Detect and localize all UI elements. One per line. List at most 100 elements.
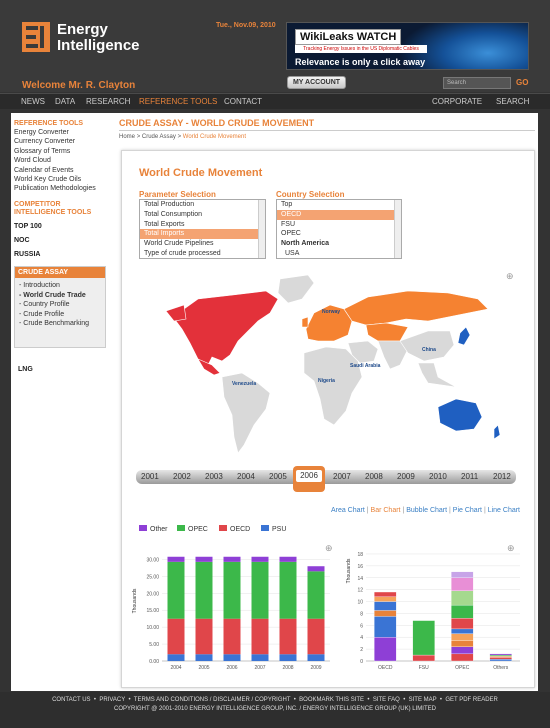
bar-segment-opec-2006[interactable] <box>223 561 241 619</box>
sidebar-item-russia[interactable]: RUSSIA <box>14 250 111 259</box>
bar-segment-oecd-2006[interactable] <box>223 618 241 655</box>
breadcrumb-home[interactable]: Home <box>119 134 135 140</box>
nav-news[interactable]: NEWS <box>21 97 45 106</box>
year-2001[interactable]: 2001 <box>141 472 159 481</box>
bar-segment-opec-2005[interactable] <box>195 561 213 619</box>
bubble-chart-link[interactable]: Bubble Chart <box>406 507 447 514</box>
bar-segment-others[interactable] <box>489 656 512 658</box>
year-2005[interactable]: 2005 <box>269 472 287 481</box>
parameter-option[interactable]: Total Consumption <box>140 210 265 220</box>
sidebar-item-lng[interactable]: LNG <box>18 365 33 374</box>
bar-segment-psu-2007[interactable] <box>251 654 269 661</box>
parameter-option[interactable]: Total Exports <box>140 220 265 230</box>
bar-segment-others[interactable] <box>489 653 512 656</box>
sidebar-item-currency-converter[interactable]: Currency Converter <box>14 137 111 146</box>
year-2004[interactable]: 2004 <box>237 472 255 481</box>
bar-segment-oecd-2007[interactable] <box>251 618 269 655</box>
bar-segment-other-2008[interactable] <box>279 556 297 562</box>
bar-segment-oecd[interactable] <box>374 591 397 597</box>
chart1-zoom-icon[interactable]: ⊕ <box>325 543 333 554</box>
bar-segment-oecd[interactable] <box>374 610 397 617</box>
bar-segment-others[interactable] <box>489 654 512 657</box>
footer-site-map[interactable]: SITE MAP <box>409 697 437 703</box>
world-map[interactable]: Norway China Saudi Arabia Nigeria Venezu… <box>138 269 522 459</box>
bar-segment-opec-2007[interactable] <box>251 561 269 619</box>
footer-pdf-reader[interactable]: GET PDF READER <box>445 697 498 703</box>
bar-segment-oecd[interactable] <box>374 616 397 638</box>
year-2011[interactable]: 2011 <box>461 472 478 481</box>
country-option[interactable]: USA <box>277 249 401 258</box>
bar-segment-opec[interactable] <box>451 653 474 662</box>
nav-reference-tools[interactable]: REFERENCE TOOLS <box>139 97 217 106</box>
bar-segment-other-2009[interactable] <box>307 566 325 572</box>
sidebar-item-publication-methodologies[interactable]: Publication Methodologies <box>14 184 111 193</box>
nav-data[interactable]: DATA <box>55 97 75 106</box>
selected-year-marker[interactable]: 2006 <box>293 466 325 492</box>
pie-chart-link[interactable]: Pie Chart <box>453 507 482 514</box>
country-option[interactable]: OPEC <box>277 229 401 239</box>
parameter-list-scrollbar[interactable] <box>258 200 265 258</box>
bar-segment-oecd[interactable] <box>374 601 397 611</box>
line-chart-link[interactable]: Line Chart <box>488 507 520 514</box>
country-option[interactable]: FSU <box>277 220 401 230</box>
bar-segment-oecd-2004[interactable] <box>167 618 185 655</box>
parameter-option-selected[interactable]: Total Imports <box>140 229 265 240</box>
footer-privacy[interactable]: PRIVACY <box>99 697 125 703</box>
bar-segment-others[interactable] <box>489 659 512 662</box>
bar-segment-oecd[interactable] <box>374 596 397 602</box>
bar-segment-psu-2009[interactable] <box>307 654 325 661</box>
bar-segment-oecd-2009[interactable] <box>307 618 325 655</box>
year-2008[interactable]: 2008 <box>365 472 383 481</box>
year-2009[interactable]: 2009 <box>397 472 415 481</box>
country-list-scrollbar[interactable] <box>394 200 401 258</box>
my-account-button[interactable]: MY ACCOUNT <box>287 76 346 89</box>
sidebar-item-word-cloud[interactable]: Word Cloud <box>14 156 111 165</box>
stacked-bar-chart-groups[interactable]: Thousands 0 2 4 6 8 10 12 14 16 18 OECD FSU OPEC Other… <box>344 541 524 679</box>
bar-segment-other-2007[interactable] <box>251 556 269 562</box>
nav-corporate[interactable]: CORPORATE <box>432 97 482 106</box>
search-input[interactable]: Search <box>443 77 511 89</box>
bar-segment-oecd-2005[interactable] <box>195 618 213 655</box>
crude-item-crude-profile[interactable]: - Crude Profile <box>15 310 105 320</box>
bar-segment-opec[interactable] <box>451 640 474 647</box>
area-chart-link[interactable]: Area Chart <box>331 507 365 514</box>
bar-segment-other-2004[interactable] <box>167 556 185 562</box>
bar-segment-psu-2006[interactable] <box>223 654 241 661</box>
year-2002[interactable]: 2002 <box>173 472 191 481</box>
go-button[interactable]: GO <box>516 78 528 87</box>
year-2010[interactable]: 2010 <box>429 472 447 481</box>
wikileaks-banner[interactable]: WikiLeaks WATCH Tracking Energy Issues i… <box>286 22 529 70</box>
bar-segment-opec[interactable] <box>451 604 474 619</box>
stacked-bar-chart-years[interactable]: Thousands 0.00 5.00 10.00 15.00 20.00 25.00 30.… <box>130 541 340 679</box>
crude-assay-heading[interactable]: CRUDE ASSAY <box>15 267 105 278</box>
bar-chart-link[interactable]: Bar Chart <box>371 507 401 514</box>
bar-segment-psu-2008[interactable] <box>279 654 297 661</box>
bar-segment-opec[interactable] <box>451 590 474 606</box>
footer-site-faq[interactable]: SITE FAQ <box>373 697 400 703</box>
bar-segment-psu-2005[interactable] <box>195 654 213 661</box>
nav-contact[interactable]: CONTACT <box>224 97 262 106</box>
country-option-group[interactable]: North America <box>277 239 401 249</box>
sidebar-item-top-100[interactable]: TOP 100 <box>14 222 111 231</box>
bar-segment-others[interactable] <box>489 657 512 660</box>
bar-segment-other-2005[interactable] <box>195 556 213 562</box>
year-2007[interactable]: 2007 <box>333 472 351 481</box>
bar-segment-opec[interactable] <box>451 633 474 641</box>
footer-bookmark[interactable]: BOOKMARK THIS SITE <box>299 697 364 703</box>
crude-item-introduction[interactable]: - Introduction <box>15 281 105 291</box>
bar-segment-fsu[interactable] <box>412 620 435 656</box>
sidebar-item-world-key-crude-oils[interactable]: World Key Crude Oils <box>14 175 111 184</box>
year-timeline[interactable]: 2001 2002 2003 2004 2005 2007 2008 2009 … <box>136 470 516 484</box>
bar-segment-oecd[interactable] <box>374 637 397 662</box>
bar-segment-oecd-2008[interactable] <box>279 618 297 655</box>
bar-segment-other-2006[interactable] <box>223 556 241 562</box>
country-selection-list[interactable]: Top OECD FSU OPEC North America USA <box>276 199 402 259</box>
crude-item-country-profile[interactable]: - Country Profile <box>15 300 105 310</box>
energy-intelligence-logo-icon[interactable] <box>22 22 50 52</box>
parameter-option[interactable]: Total Production <box>140 200 265 210</box>
bar-segment-opec-2009[interactable] <box>307 571 325 619</box>
nav-search[interactable]: SEARCH <box>496 97 529 106</box>
nav-research[interactable]: RESEARCH <box>86 97 130 106</box>
chart2-zoom-icon[interactable]: ⊕ <box>507 543 515 554</box>
bar-segment-psu-2004[interactable] <box>167 654 185 661</box>
